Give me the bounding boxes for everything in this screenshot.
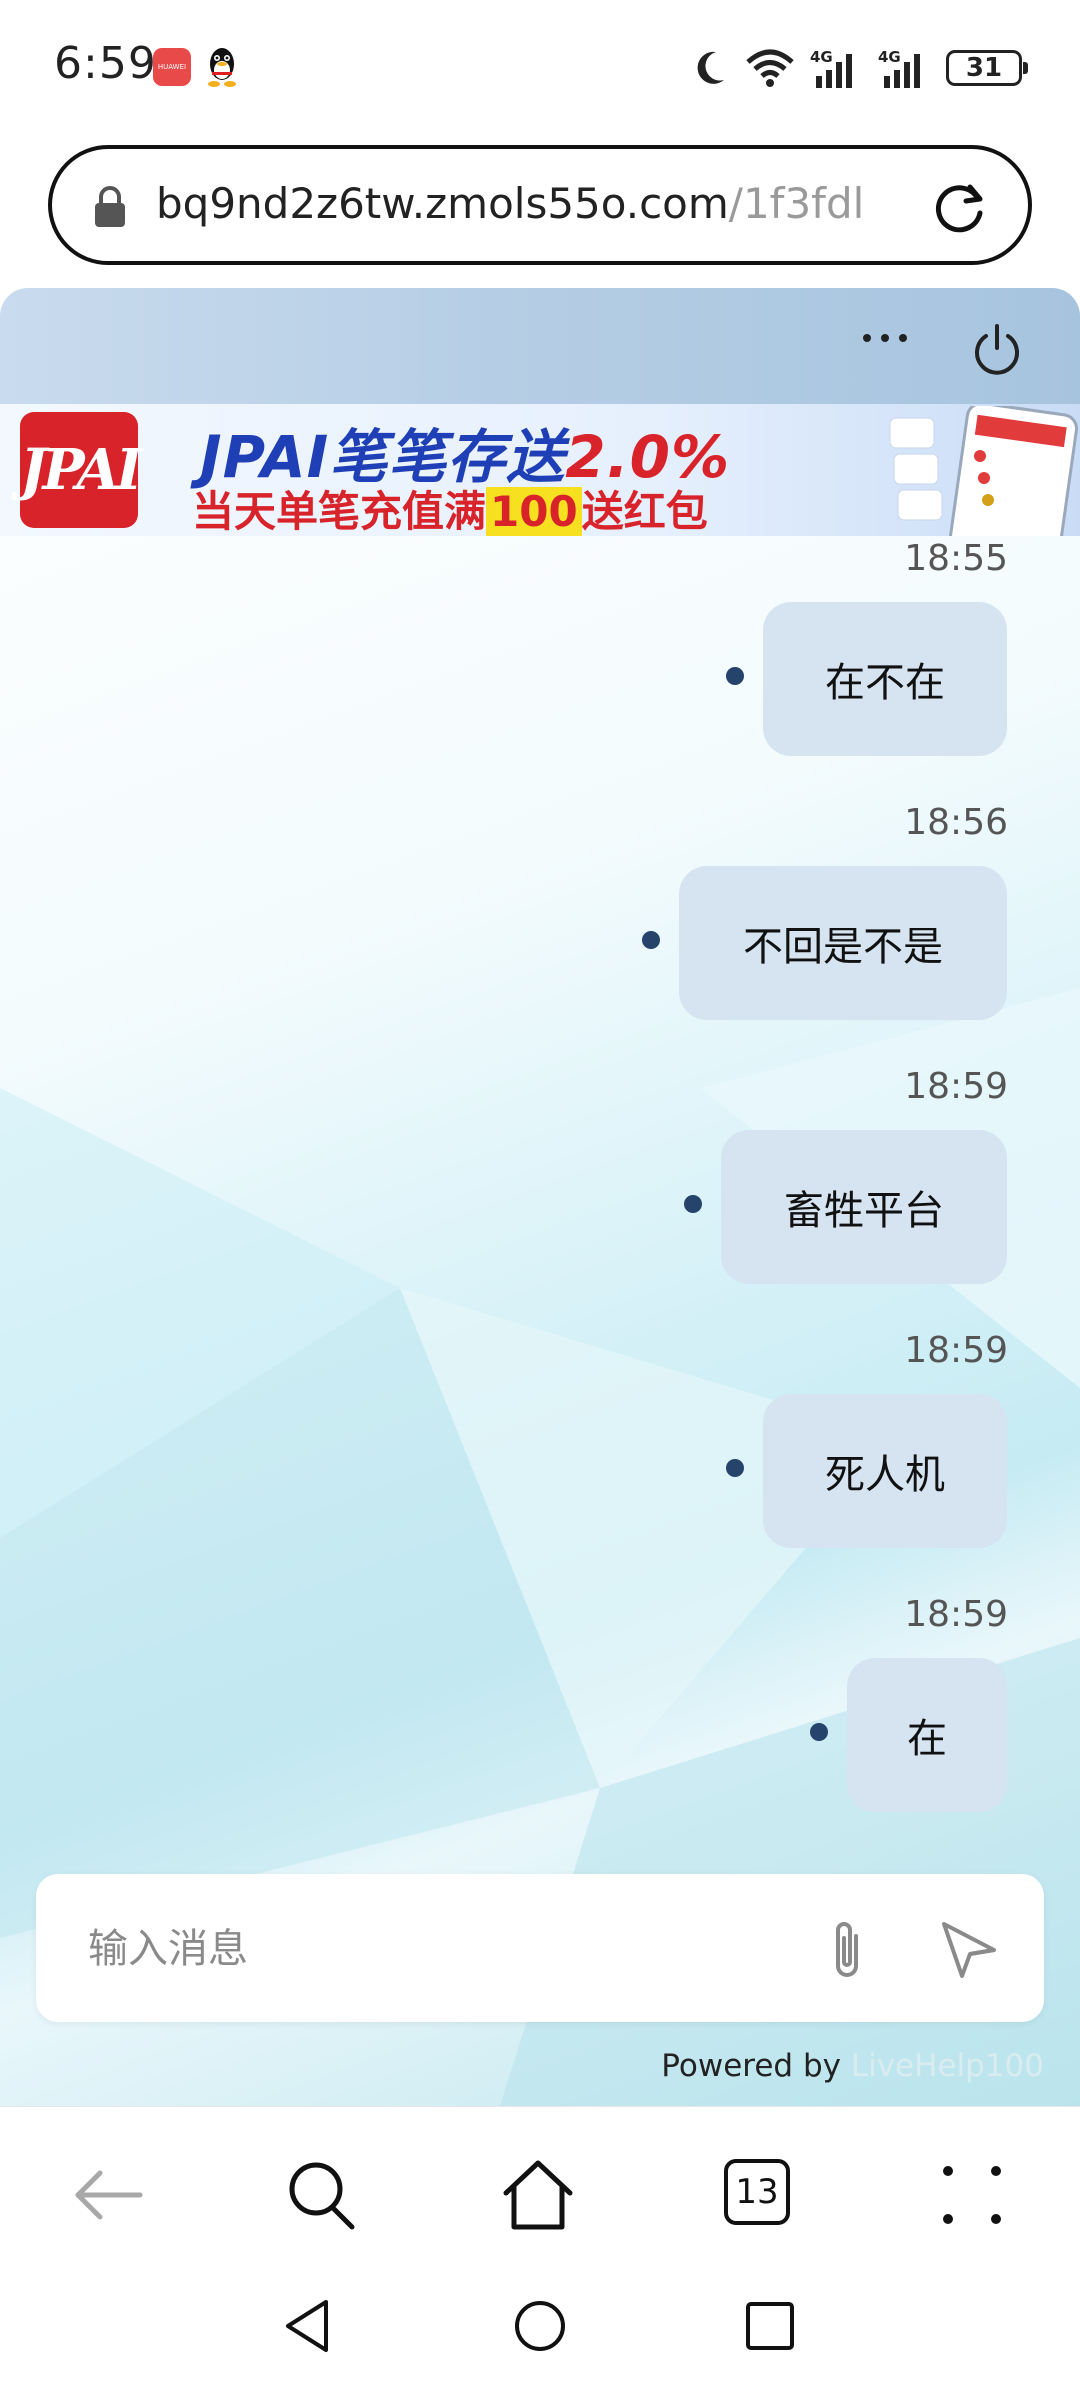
send-icon[interactable] [936,1916,1002,1982]
lock-icon [95,186,125,227]
paperclip-icon[interactable] [820,1916,876,1984]
tabs-button[interactable]: 13 [724,2159,790,2225]
qq-penguin-icon [208,48,236,87]
chat-widget: JPAI JPAI笔笔存送2.0% 当天单笔充值满100送红包 18:55 在不… [0,288,1080,2106]
huawei-app-icon: HUAWEI [153,48,191,86]
powered-by: Powered by LiveHelp100 [661,2048,1044,2084]
message-time: 18:59 [904,1594,1008,1635]
message-time: 18:59 [904,1066,1008,1107]
message-bubble: 在不在 [763,602,1007,756]
read-status-dot [810,1723,828,1741]
banner-headline: JPAI笔笔存送2.0% [200,423,731,491]
message-time: 18:56 [904,802,1008,843]
menu-dots-icon[interactable] [934,2157,1010,2233]
browser-toolbar: 13 [0,2106,1080,2276]
message-bubble: 畜牲平台 [721,1130,1007,1284]
banner-logo: JPAI [20,412,142,528]
system-navigation-bar [0,2276,1080,2388]
svg-text:4G: 4G [878,48,901,66]
nav-recents-icon[interactable] [740,2296,800,2356]
url-path: /1f3fdl [728,179,865,228]
reload-icon[interactable] [930,177,990,237]
message-time: 18:59 [904,1330,1008,1371]
signal-4g-icon-2: 4G [878,48,920,88]
message-composer [36,1874,1044,2022]
banner-subline: 当天单笔充值满100送红包 [192,487,708,536]
home-icon[interactable] [500,2157,576,2233]
status-bar: 6:59 HUAWEI 4G 4G 31 [0,0,1080,132]
message-input[interactable] [86,1914,786,1984]
nav-back-icon[interactable] [278,2296,338,2356]
phone-illustration [889,406,1078,536]
signal-4g-icon-1: 4G [810,48,852,88]
read-status-dot [726,1459,744,1477]
message-bubble: 死人机 [763,1394,1007,1548]
message-time: 18:55 [904,538,1008,579]
message-bubble: 在 [847,1658,1007,1812]
wifi-icon [746,49,794,87]
promo-banner[interactable]: JPAI JPAI笔笔存送2.0% 当天单笔充值满100送红包 [0,404,1080,536]
chat-header [0,288,1080,404]
search-icon[interactable] [284,2157,360,2233]
status-icons: 4G 4G 31 [690,40,1028,96]
moon-icon [697,51,724,84]
url-text[interactable]: bq9nd2z6tw.zmols55o.com/1f3fdl [156,179,946,235]
more-options-icon[interactable] [860,328,910,348]
read-status-dot [684,1195,702,1213]
nav-home-icon[interactable] [510,2296,570,2356]
powered-by-brand[interactable]: LiveHelp100 [851,2048,1044,2084]
message-bubble: 不回是不是 [679,866,1007,1020]
status-time: 6:59 [54,38,157,89]
back-arrow-icon[interactable] [70,2157,146,2233]
address-bar[interactable]: bq9nd2z6tw.zmols55o.com/1f3fdl [48,145,1032,265]
read-status-dot [726,667,744,685]
power-icon[interactable] [970,322,1024,376]
url-domain: bq9nd2z6tw.zmols55o.com [156,179,729,228]
read-status-dot [642,931,660,949]
svg-text:4G: 4G [810,48,833,66]
battery-icon: 31 [946,50,1028,86]
